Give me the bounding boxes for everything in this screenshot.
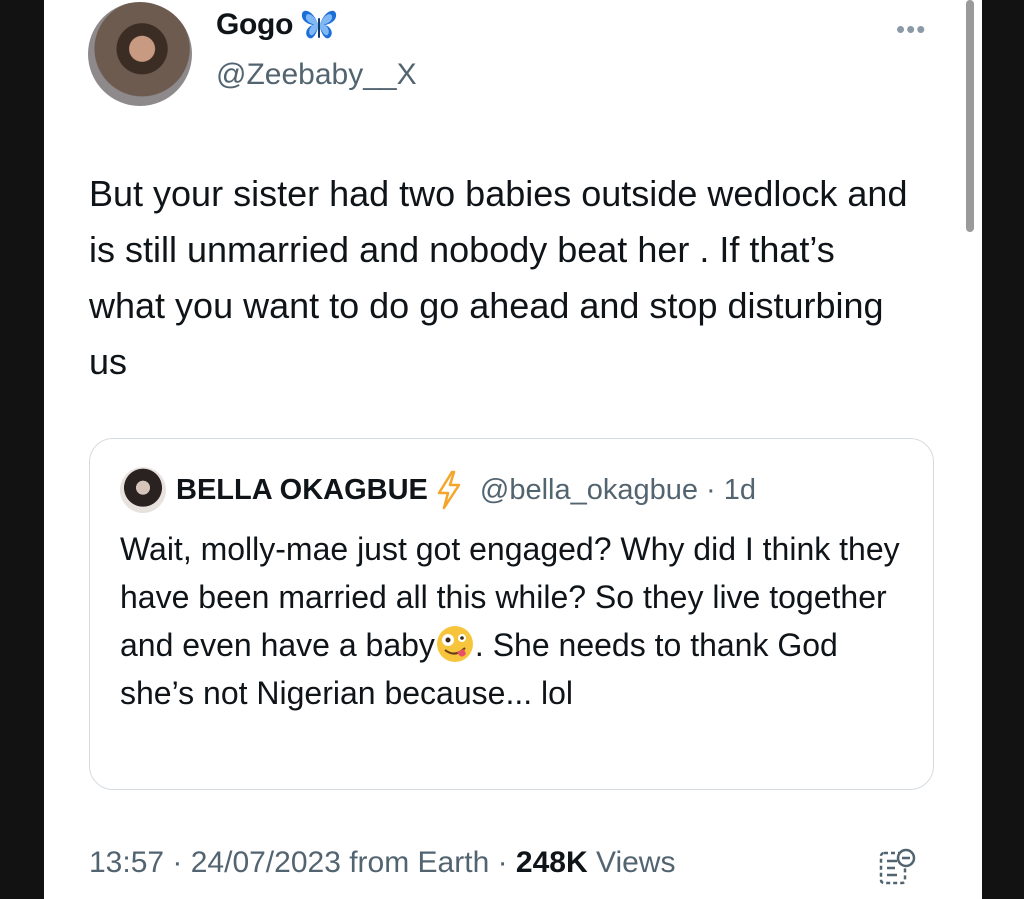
more-horizontal-icon[interactable]: •••: [896, 16, 926, 42]
tweet-card: Gogo @Zeebaby__X ••• But your sister had…: [44, 0, 982, 899]
views-count: 248K: [515, 846, 588, 879]
author-name-row: Gogo: [216, 8, 339, 42]
tweet-timestamp[interactable]: 13:57 · 24/07/2023 from Earth ·: [89, 846, 516, 879]
quoted-tweet-header: BELLA OKAGBUE @bella_okagbue · 1d: [120, 467, 756, 513]
scrollbar[interactable]: [966, 0, 974, 232]
quoted-tweet-text: Wait, molly-mae just got engaged? Why di…: [120, 525, 900, 717]
quoted-author-handle-time: @bella_okagbue · 1d: [479, 473, 757, 506]
zany-face-icon: [436, 626, 473, 662]
lightning-bolt-icon: [437, 470, 461, 510]
views-label: Views: [587, 846, 676, 879]
tweet-text: But your sister had two babies outside w…: [89, 173, 908, 382]
quoted-author-avatar: [120, 467, 166, 513]
author-handle[interactable]: @Zeebaby__X: [216, 58, 417, 92]
blue-butterfly-icon: [302, 10, 337, 39]
author-avatar[interactable]: [88, 2, 192, 106]
quoted-author-name: BELLA OKAGBUE: [176, 473, 428, 506]
tweet-meta: 13:57 · 24/07/2023 from Earth · 248K Vie…: [89, 846, 675, 880]
quoted-tweet[interactable]: BELLA OKAGBUE @bella_okagbue · 1d Wait, …: [89, 438, 934, 790]
analytics-icon[interactable]: [878, 846, 918, 888]
author-name[interactable]: Gogo: [216, 8, 293, 42]
